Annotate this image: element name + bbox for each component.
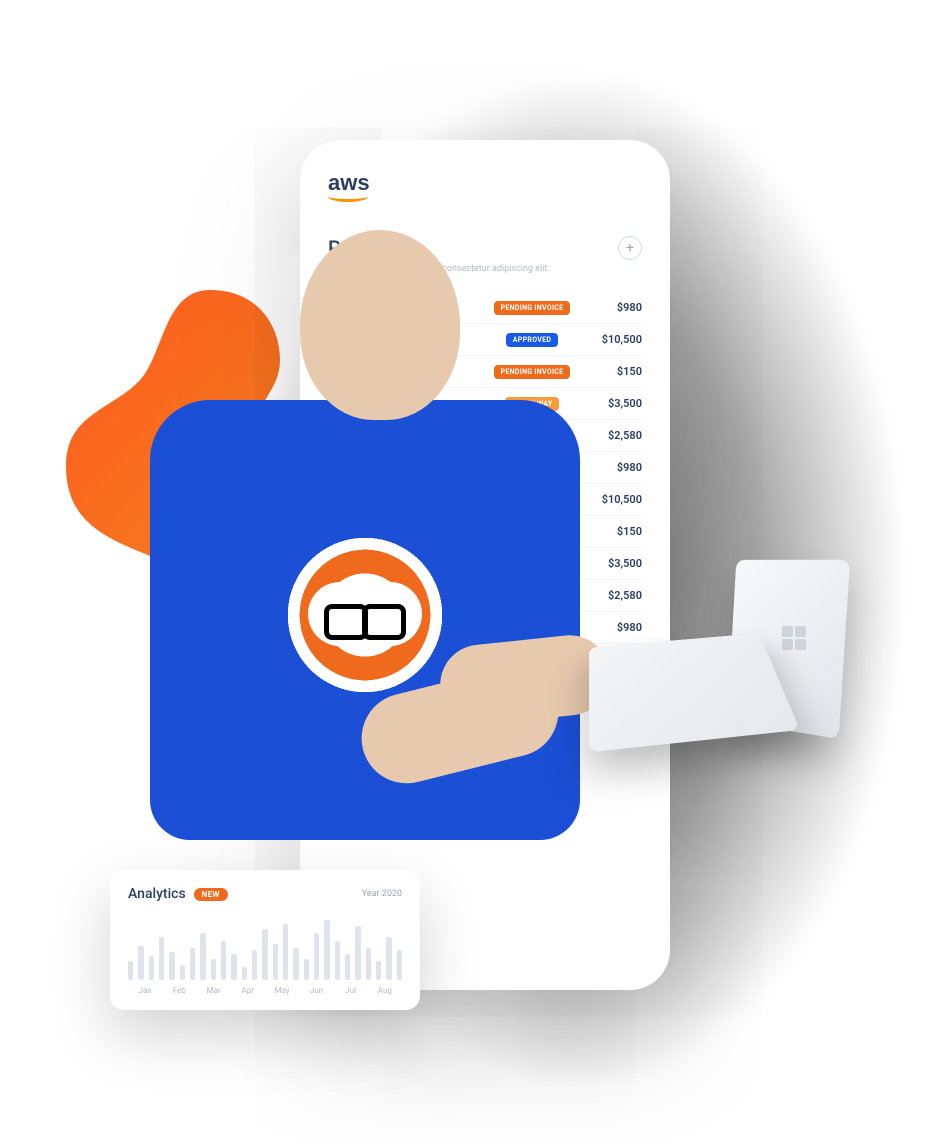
glasses-icon: [324, 604, 406, 632]
month-label: Feb: [162, 986, 196, 995]
analytics-title: Analytics: [128, 886, 186, 902]
month-label: Jul: [334, 986, 368, 995]
month-label: Mar: [197, 986, 231, 995]
month-label: Aug: [368, 986, 402, 995]
analytics-year: Year 2020: [362, 889, 402, 899]
aws-logo: aws: [328, 170, 370, 196]
hero-person-photo: [100, 210, 660, 850]
month-label: Apr: [231, 986, 265, 995]
analytics-month-labels: JanFebMarAprMayJunJulAug: [128, 986, 402, 995]
month-label: Jun: [299, 986, 333, 995]
analytics-bar-chart: [128, 916, 402, 980]
month-label: May: [265, 986, 299, 995]
month-label: Jan: [128, 986, 162, 995]
new-badge: NEW: [194, 888, 228, 901]
tablet-device: [590, 560, 850, 760]
windows-logo-icon: [782, 626, 806, 650]
analytics-card: Analytics NEW Year 2020 JanFebMarAprMayJ…: [110, 870, 420, 1010]
